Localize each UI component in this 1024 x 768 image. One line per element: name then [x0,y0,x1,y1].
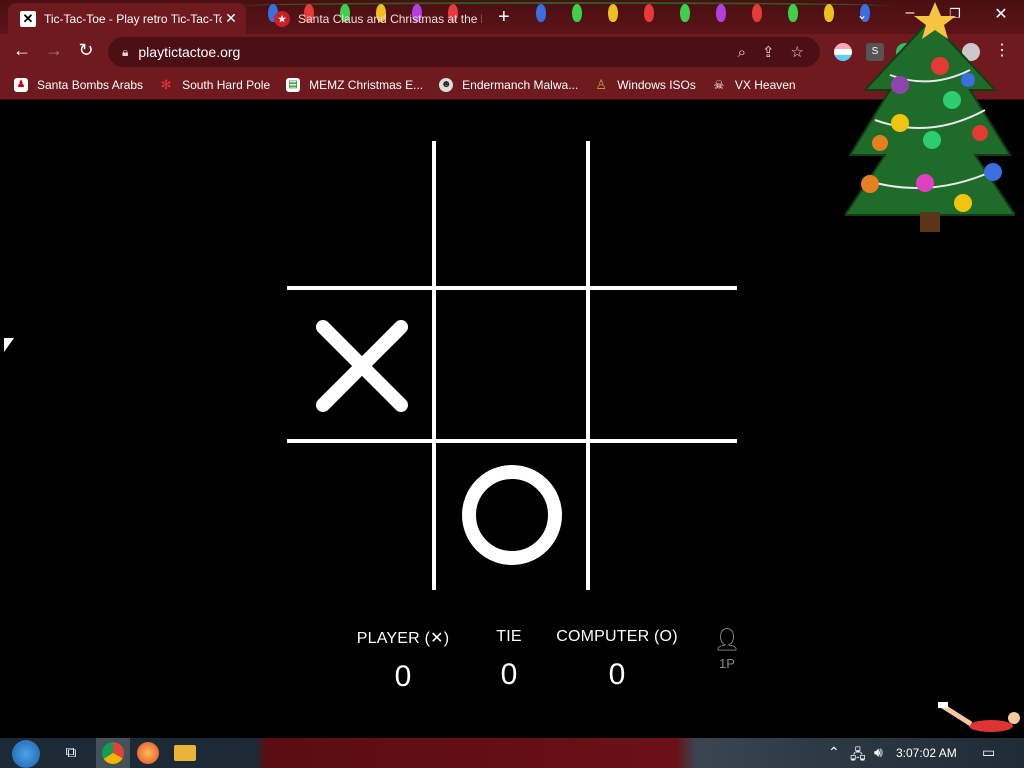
tray-chevron-up-icon[interactable]: ⌃ [828,744,840,761]
taskbar-clock[interactable]: 3:07:02 AM [896,746,957,760]
endermanch-icon: ☻ [439,77,454,92]
tab-santa[interactable]: ★ Santa Claus and Christmas at the North… [262,3,482,34]
tab-title: Tic-Tac-Toe - Play retro Tic-Tac-Toe [44,11,222,26]
tab-tictactoe[interactable]: ✕ Tic-Tac-Toe - Play retro Tic-Tac-Toe ✕ [8,3,246,34]
back-button[interactable]: ← [10,40,34,61]
player-score: PLAYER (✕) 0 [343,628,463,694]
skater-decoration [938,702,1020,732]
bookmark-label: Endermanch Malwa... [462,77,579,92]
player-score-value: 0 [394,660,412,693]
christmas-tree-decoration [845,2,1015,232]
bookmark-memz[interactable]: ▤ MEMZ Christmas E... [286,77,424,92]
start-button[interactable] [12,740,40,768]
tie-score: TIE 0 [479,628,539,692]
computer-score-value: 0 [608,658,626,691]
santa-favicon-icon: ★ [274,10,290,27]
board-cell-2[interactable] [437,141,587,291]
reload-button[interactable]: ↻ [74,40,98,61]
mouse-cursor-icon [4,338,14,352]
chrome-icon[interactable] [102,742,124,764]
tab-title: Santa Claus and Christmas at the North P… [298,11,482,26]
bookmark-star-icon[interactable]: ☆ [791,43,804,61]
tie-score-value: 0 [500,658,518,691]
share-icon[interactable]: ⇪ [762,43,775,61]
board-cell-9[interactable] [590,443,740,593]
bookmark-label: South Hard Pole [182,77,271,92]
board-cell-1[interactable] [287,141,437,291]
snowflake-icon: ✻ [160,76,172,92]
close-tab-icon[interactable]: ✕ [222,10,240,27]
computer-score: COMPUTER (O) 0 [551,628,683,692]
mode-label: 1P [719,656,735,671]
volume-icon[interactable]: 🔊︎ [874,744,883,761]
board-cell-7[interactable] [287,443,437,593]
bookmark-vx-heaven[interactable]: ☠ VX Heaven [712,78,796,92]
board-cell-6[interactable] [590,291,740,441]
bookmark-santa-bombs[interactable]: ♟ Santa Bombs Arabs [14,77,144,92]
person-icon: 👤︎ [713,627,741,652]
player-score-label: PLAYER (✕) [356,630,450,647]
windows-isos-icon: ♙ [595,76,608,92]
lock-icon[interactable]: 🔒︎ [122,45,128,60]
o-mark [462,465,562,565]
board-cell-3[interactable] [590,141,740,291]
tictactoe-favicon-icon: ✕ [20,10,36,27]
game-board [287,141,737,590]
tie-score-label: TIE [496,628,522,645]
computer-score-label: COMPUTER (O) [556,628,678,645]
vx-heaven-icon: ☠ [713,77,725,92]
bookmark-south-hard-pole[interactable]: ✻ South Hard Pole [159,76,271,92]
board-cell-5[interactable] [437,291,587,441]
bookmark-endermanch[interactable]: ☻ Endermanch Malwa... [439,77,579,92]
firefox-icon[interactable] [137,742,159,764]
bookmark-label: VX Heaven [734,77,796,92]
new-tab-button[interactable]: + [498,6,510,29]
file-explorer-icon[interactable] [174,745,196,761]
url-text: playtictactoe.org [138,44,241,60]
bookmark-windows-isos[interactable]: ♙ Windows ISOs [594,76,696,92]
network-icon[interactable]: 🖧︎ [850,744,866,768]
board-cell-4[interactable] [287,291,437,441]
search-icon[interactable]: ⌕ [738,44,746,61]
notifications-icon[interactable]: ▭ [982,744,995,761]
address-bar[interactable]: 🔒︎ playtictactoe.org ⌕ ⇪ ☆ [108,37,820,67]
board-cell-8[interactable] [437,443,587,593]
bookmark-label: Santa Bombs Arabs [37,77,144,92]
memz-icon: ▤ [286,77,301,92]
windows-taskbar: ⧉ ⌃ 🖧︎ 🔊︎ 3:07:02 AM ▭ [0,738,1024,768]
forward-button[interactable]: → [42,40,66,61]
bookmark-label: Windows ISOs [617,77,696,92]
santa-icon: ♟ [14,77,28,92]
x-mark [316,320,408,412]
player-mode-toggle[interactable]: 👤︎ 1P [712,627,742,672]
bookmark-label: MEMZ Christmas E... [309,77,424,92]
task-view-icon[interactable]: ⧉ [60,742,82,764]
